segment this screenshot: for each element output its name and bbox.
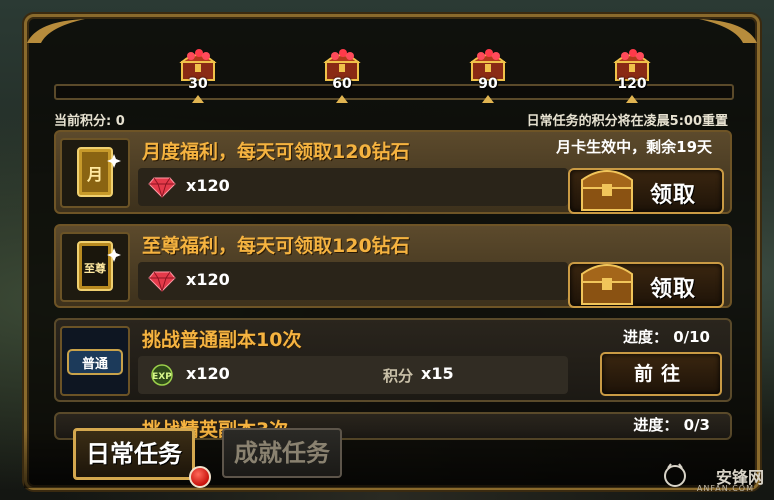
task-row-monthly: 月 月度福利，每天可领取120钻石 月卡生效中，剩余19天 x120 领取: [54, 130, 732, 214]
claim-button-label: 领取: [650, 183, 697, 208]
tab-daily-tasks[interactable]: 日常任务: [73, 428, 195, 480]
milestone-marker-icon: [482, 95, 494, 103]
svg-text:EXP: EXP: [152, 372, 172, 382]
task-title: 月度福利，每天可领取120钻石: [142, 141, 410, 163]
milestone-points-label: 120: [617, 76, 647, 92]
reset-note: 日常任务的积分将在凌晨5:00重置: [526, 114, 728, 129]
claim-button[interactable]: 领取: [568, 262, 724, 308]
reward-amount: x120: [186, 364, 230, 383]
card-status: 月卡生效中，剩余19天: [556, 138, 712, 156]
reward-amount: x120: [186, 176, 230, 195]
notification-dot: [189, 466, 211, 488]
tab-achievement-tasks[interactable]: 成就任务: [222, 428, 342, 478]
milestone-marker-icon: [336, 95, 348, 103]
watermark-logo-icon: [664, 463, 686, 487]
treasure-chest-icon: [581, 264, 633, 305]
task-progress: 进度： 0/10: [622, 328, 710, 346]
supreme-card-icon: 至尊: [60, 232, 130, 302]
current-score: 当前积分: 0: [54, 114, 125, 129]
frame-corner-ornament-right: [699, 19, 757, 43]
claim-button[interactable]: 领取: [568, 168, 724, 214]
reward-bar: EXP x120 积分 x15: [138, 356, 568, 394]
milestone-marker-icon: [626, 95, 638, 103]
watermark-subtext: ANFAN.COM: [696, 484, 754, 493]
task-row-supreme: 至尊 至尊福利，每天可领取120钻石 x120 领取: [54, 224, 732, 308]
diamond-icon: [148, 177, 176, 198]
svg-text:至尊: 至尊: [84, 261, 106, 275]
diamond-icon: [148, 271, 176, 292]
go-button[interactable]: 前往: [600, 352, 722, 396]
points-amount: x15: [421, 364, 454, 383]
frame-corner-ornament-left: [27, 19, 85, 43]
monthly-card-icon: 月: [60, 138, 130, 208]
task-row-normal-dungeon: 普通 挑战普通副本10次 进度： 0/10 EXP x120 积分 x15 前往: [54, 318, 732, 402]
task-title: 至尊福利，每天可领取120钻石: [142, 235, 410, 257]
svg-text:月: 月: [86, 165, 103, 184]
milestone-points-label: 30: [188, 76, 208, 92]
treasure-chest-icon: [581, 170, 633, 211]
claim-button-label: 领取: [650, 277, 697, 302]
exp-icon: EXP: [151, 364, 173, 386]
reward-amount: x120: [186, 270, 230, 289]
points-label: 积分: [383, 367, 414, 385]
normal-dungeon-icon: 普通: [60, 326, 130, 396]
reward-bar: x120: [138, 168, 568, 206]
milestone-points-label: 90: [478, 76, 498, 92]
milestone-points-label: 60: [332, 76, 352, 92]
reward-bar: x120: [138, 262, 568, 300]
task-title: 挑战普通副本10次: [142, 329, 302, 351]
milestone-marker-icon: [192, 95, 204, 103]
svg-text:普通: 普通: [82, 356, 108, 372]
